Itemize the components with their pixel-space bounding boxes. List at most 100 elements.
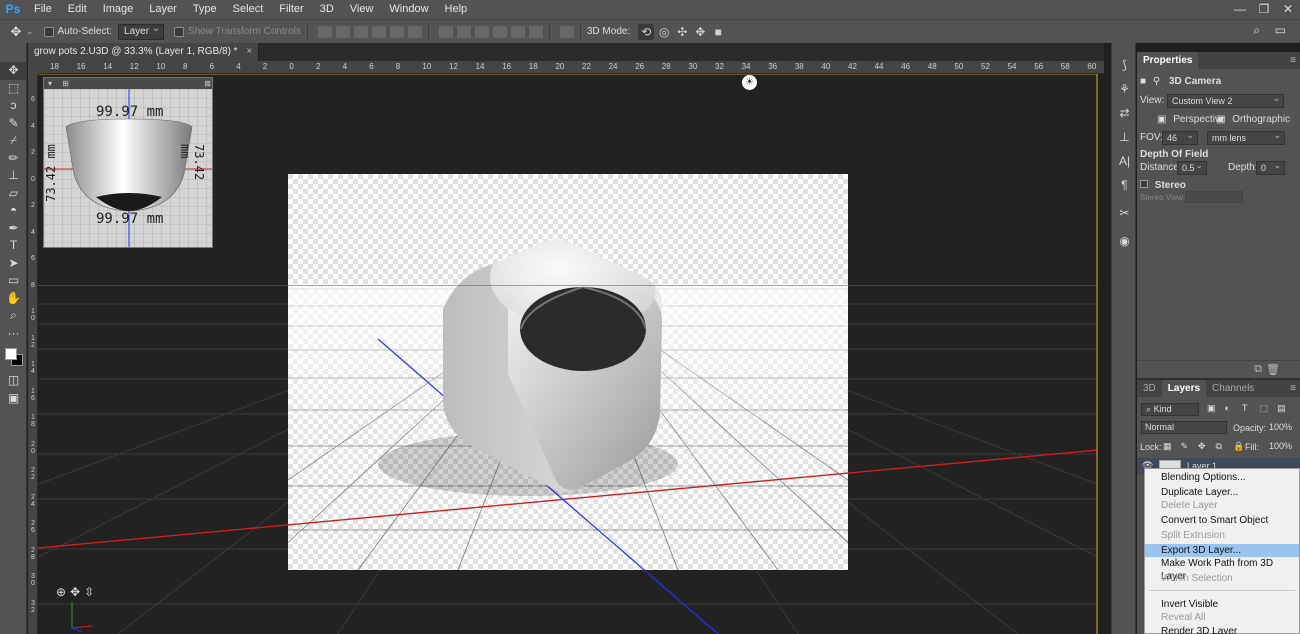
stereo-view-dropdown[interactable] — [1185, 191, 1243, 203]
restore-button[interactable]: ❐ — [1252, 0, 1276, 19]
character-icon[interactable]: A| — [1112, 149, 1137, 173]
pen-tool-icon[interactable]: ✒ — [0, 220, 27, 238]
menu-3d[interactable]: 3D — [312, 0, 342, 19]
distribute-top-icon[interactable] — [438, 25, 453, 38]
new-icon[interactable]: ⧉ — [1254, 363, 1262, 376]
distribute-bottom-icon[interactable] — [474, 25, 489, 38]
tab-3d[interactable]: 3D — [1137, 380, 1162, 397]
type-tool-icon[interactable]: T — [0, 237, 27, 255]
menu-view[interactable]: View — [342, 0, 382, 19]
filter-adjustment-icon[interactable]: ◐ — [1225, 403, 1234, 413]
screen-mode-icon[interactable]: ▣ — [0, 390, 27, 408]
path-select-tool-icon[interactable]: ➤ — [0, 255, 27, 273]
scale-3d-icon[interactable]: ■ — [710, 24, 726, 40]
depth-input[interactable]: 0 — [1256, 159, 1285, 175]
tab-layers[interactable]: Layers — [1161, 380, 1207, 397]
fill-input[interactable]: 100% — [1269, 440, 1292, 453]
trash-icon[interactable]: 🗑 — [1266, 363, 1280, 376]
align-vcenter-icon[interactable] — [335, 25, 350, 38]
lock-position-icon[interactable]: ✥ — [1198, 441, 1207, 451]
guide-line[interactable] — [38, 285, 1098, 286]
distribute-right-icon[interactable] — [528, 25, 543, 38]
tools-presets-icon[interactable]: ✂ — [1112, 201, 1137, 225]
menu-edit[interactable]: Edit — [60, 0, 95, 19]
orthographic-option[interactable]: ▣ Orthographic — [1216, 114, 1290, 125]
menu-item-make-work-path-from-3d-layer[interactable]: Make Work Path from 3D Layer — [1145, 557, 1299, 582]
panel-menu-icon[interactable]: ≡ — [1290, 55, 1296, 66]
menu-image[interactable]: Image — [95, 0, 142, 19]
orbit-3d-icon[interactable]: ⟲ — [638, 23, 655, 40]
stereo-option[interactable]: Stereo — [1140, 180, 1186, 191]
eraser-tool-icon[interactable]: ▱ — [0, 185, 27, 203]
3d-panel-icon[interactable]: ◉ — [1112, 229, 1137, 253]
photoshop-logo[interactable]: Ps — [0, 0, 26, 19]
tab-channels[interactable]: Channels — [1206, 380, 1260, 397]
auto-select-checkbox[interactable] — [43, 26, 54, 37]
menu-item-duplicate-layer[interactable]: Duplicate Layer... — [1145, 486, 1299, 499]
paragraph-icon[interactable]: ¶ — [1112, 173, 1137, 197]
lock-transparent-icon[interactable]: ▦ — [1163, 441, 1172, 451]
filter-shape-icon[interactable]: ⬚ — [1260, 403, 1269, 413]
view-dropdown[interactable]: Custom View 2 — [1167, 92, 1284, 108]
menu-item-export-3d-layer[interactable]: Export 3D Layer... — [1145, 544, 1299, 557]
lock-all-icon[interactable]: 🔒 — [1233, 441, 1244, 451]
show-transform-checkbox[interactable] — [174, 26, 185, 37]
swatches-icon[interactable]: ⚘ — [1112, 77, 1137, 101]
tab-properties[interactable]: Properties — [1137, 52, 1199, 69]
move-tool-icon[interactable]: ✥ — [6, 23, 26, 41]
view-menu-icon[interactable]: ▾ — [48, 79, 52, 88]
distribute-hcenter-icon[interactable] — [510, 25, 525, 38]
menu-help[interactable]: Help — [437, 0, 476, 19]
marquee-tool-icon[interactable]: ⬚ — [0, 80, 27, 98]
filter-smart-icon[interactable]: ▤ — [1277, 403, 1286, 413]
kind-filter-dropdown[interactable]: ⌕ Kind — [1141, 403, 1199, 416]
menu-select[interactable]: Select — [225, 0, 272, 19]
quick-mask-icon[interactable]: ◫ — [0, 372, 27, 390]
lock-pixels-icon[interactable]: ✎ — [1181, 441, 1190, 451]
align-hcenter-icon[interactable] — [389, 25, 404, 38]
hand-tool-icon[interactable]: ✋ — [0, 290, 27, 308]
quick-select-tool-icon[interactable]: ✎ — [0, 115, 27, 133]
distribute-vcenter-icon[interactable] — [456, 25, 471, 38]
align-top-icon[interactable] — [317, 25, 332, 38]
vertical-ruler[interactable]: 6 4 2 0 2 4 6 8 1 0 1 2 1 4 1 6 1 8 2 0 2 2 2 4 2 6 2 8 3 … — [28, 74, 38, 634]
slide-3d-icon[interactable]: ✥ — [692, 24, 708, 40]
menu-layer[interactable]: Layer — [141, 0, 185, 19]
brush-tool-icon[interactable]: ✏ — [0, 150, 27, 168]
filter-type-icon[interactable]: T — [1242, 403, 1251, 413]
menu-type[interactable]: Type — [185, 0, 225, 19]
blur-tool-icon[interactable]: ◓ — [0, 202, 27, 220]
lasso-tool-icon[interactable]: ↄ — [0, 97, 27, 115]
shape-tool-icon[interactable]: ▭ — [0, 272, 27, 290]
menu-filter[interactable]: Filter — [271, 0, 311, 19]
more-tools-icon[interactable]: ··· — [0, 325, 27, 343]
menu-item-convert-to-smart-object[interactable]: Convert to Smart Object — [1145, 514, 1299, 527]
document-tab[interactable]: grow pots 2.U3D @ 33.3% (Layer 1, RGB/8)… — [28, 43, 260, 61]
search-icon[interactable]: ⌕ — [1253, 23, 1260, 38]
tool-preset-chevron-icon[interactable]: ⌄ — [26, 26, 34, 37]
history-icon[interactable]: ⟆ — [1112, 53, 1137, 77]
move-tool-icon[interactable]: ✥ — [0, 62, 27, 80]
lens-dropdown[interactable]: mm lens — [1207, 129, 1285, 145]
horizontal-ruler[interactable]: 18 16 14 12 10 8 6 4 2 0 2 4 6 8 10 12 14 16 18 20 22 24 26 28 3… — [38, 61, 1104, 74]
opacity-input[interactable]: 100% — [1269, 421, 1292, 434]
eyedropper-tool-icon[interactable]: ⌿ — [0, 132, 27, 150]
distribute-left-icon[interactable] — [492, 25, 507, 38]
blend-mode-dropdown[interactable]: Normal — [1141, 421, 1227, 434]
roll-3d-icon[interactable]: ◎ — [656, 24, 672, 40]
minimize-button[interactable]: — — [1228, 0, 1252, 19]
color-swatches[interactable] — [0, 342, 27, 372]
stamp-tool-icon[interactable]: ⊥ — [0, 167, 27, 185]
menu-item-blending-options[interactable]: Blending Options... — [1145, 471, 1299, 484]
align-left-icon[interactable] — [371, 25, 386, 38]
menu-item-render-3d-layer[interactable]: Render 3D Layer — [1145, 625, 1299, 634]
align-right-icon[interactable] — [407, 25, 422, 38]
distance-input[interactable]: 0.5 — [1177, 159, 1207, 175]
close-button[interactable]: ✕ — [1276, 0, 1300, 19]
lock-artboard-icon[interactable]: ⧉ — [1216, 441, 1225, 451]
pan-3d-icon[interactable]: ✣ — [674, 24, 690, 40]
3d-secondary-view[interactable]: ▾ ⊞ ⊠ 99.97 mm 99.97 mm 73.42 mm 73.42 m… — [43, 77, 213, 248]
align-bottom-icon[interactable] — [353, 25, 368, 38]
auto-select-dropdown[interactable]: Layer — [118, 22, 165, 40]
zoom-tool-icon[interactable]: ⌕ — [0, 307, 27, 325]
